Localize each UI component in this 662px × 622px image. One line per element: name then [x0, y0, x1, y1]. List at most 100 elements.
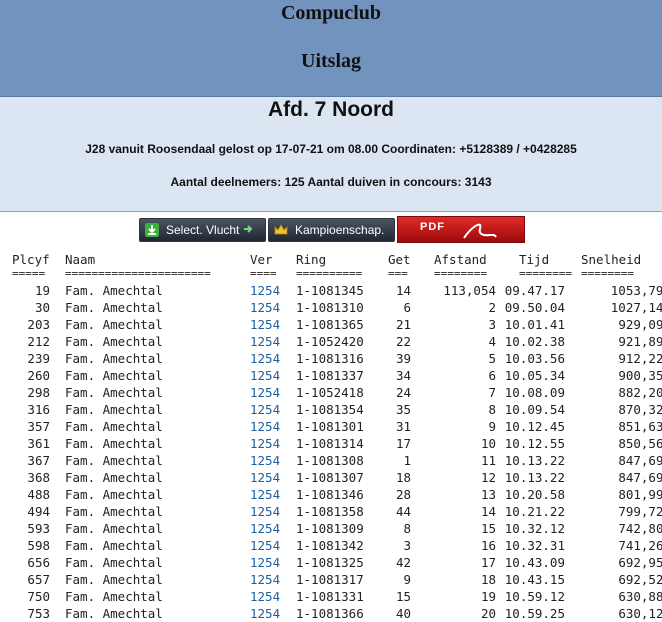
cell-ver[interactable]: 1254 [250, 537, 280, 554]
cell-tijd: 10.13.22 [504, 453, 565, 468]
cell-afstand: 113,054 [443, 283, 496, 298]
separator: ==== [250, 267, 277, 280]
table-row: 593 Fam. Amechtal 1254 1-1081309 8 15 10.32.12… [0, 520, 662, 537]
cell-snelheid: 692,950 [618, 555, 662, 570]
separator: ======== [519, 267, 572, 280]
cell-plcyf: 656 [27, 555, 50, 570]
select-flight-label: Select. Vlucht [166, 223, 240, 237]
cell-naam: Fam. Amechtal [65, 283, 163, 298]
cell-plcyf: 316 [27, 402, 50, 417]
cell-ring: 1-1081354 [296, 402, 364, 417]
cell-get: 39 [395, 351, 411, 366]
cell-ver[interactable]: 1254 [250, 520, 280, 537]
cell-snelheid: 799,728 [618, 504, 662, 519]
championship-button[interactable]: Kampioenschap. [268, 218, 395, 242]
cell-get: 42 [395, 555, 411, 570]
cell-naam: Fam. Amechtal [65, 402, 163, 417]
cell-ver[interactable]: 1254 [250, 571, 280, 588]
cell-ver[interactable]: 1254 [250, 316, 280, 333]
cell-snelheid: 847,699 [618, 470, 662, 485]
cell-plcyf: 203 [27, 317, 50, 332]
cell-tijd: 10.03.56 [504, 351, 565, 366]
cell-ver[interactable]: 1254 [250, 299, 280, 316]
cell-ver[interactable]: 1254 [250, 384, 280, 401]
cell-tijd: 10.01.41 [504, 317, 565, 332]
cell-ver[interactable]: 1254 [250, 503, 280, 520]
section-title: Afd. 7 Noord [268, 98, 394, 121]
cell-tijd: 10.21.22 [504, 504, 565, 519]
cell-snelheid: 900,357 [618, 368, 662, 383]
col-header-naam: Naam [65, 252, 96, 267]
cell-naam: Fam. Amechtal [65, 606, 163, 621]
cell-plcyf: 361 [27, 436, 50, 451]
cell-tijd: 09.47.17 [504, 283, 565, 298]
cell-get: 18 [395, 470, 411, 485]
cell-snelheid: 741,262 [618, 538, 662, 553]
cell-ver[interactable]: 1254 [250, 333, 280, 350]
separator: ======== [581, 267, 634, 280]
separator: ========== [296, 267, 363, 280]
table-row: 357 Fam. Amechtal 1254 1-1081301 31 9 10.12.45… [0, 418, 662, 435]
cell-afstand: 10 [480, 436, 496, 451]
cell-plcyf: 657 [27, 572, 50, 587]
cell-plcyf: 598 [27, 538, 50, 553]
cell-get: 28 [395, 487, 411, 502]
cell-afstand: 11 [480, 453, 496, 468]
cell-ring: 1-1081317 [296, 572, 364, 587]
table-row: 753 Fam. Amechtal 1254 1-1081366 40 20 10.59.2… [0, 605, 662, 622]
arrow-right-icon [243, 223, 253, 237]
cell-tijd: 10.20.58 [504, 487, 565, 502]
table-row: 656 Fam. Amechtal 1254 1-1081325 42 17 10.43.0… [0, 554, 662, 571]
cell-plcyf: 368 [27, 470, 50, 485]
cell-ver[interactable]: 1254 [250, 469, 280, 486]
cell-ring: 1-1081325 [296, 555, 364, 570]
cell-ver[interactable]: 1254 [250, 282, 280, 299]
table-row: 657 Fam. Amechtal 1254 1-1081317 9 18 10.43.15… [0, 571, 662, 588]
cell-ring: 1-1081337 [296, 368, 364, 383]
col-header-snelheid: Snelheid [581, 252, 642, 267]
cell-snelheid: 847,699 [618, 453, 662, 468]
cell-ver[interactable]: 1254 [250, 418, 280, 435]
cell-naam: Fam. Amechtal [65, 521, 163, 536]
cell-snelheid: 929,091 [618, 317, 662, 332]
cell-ver[interactable]: 1254 [250, 554, 280, 571]
table-row: 212 Fam. Amechtal 1254 1-1052420 22 4 10.02.38… [0, 333, 662, 350]
cell-tijd: 10.12.45 [504, 419, 565, 434]
cell-afstand: 8 [488, 402, 496, 417]
cell-get: 17 [395, 436, 411, 451]
cell-ring: 1-1081310 [296, 300, 364, 315]
cell-afstand: 2 [488, 300, 496, 315]
table-row: 19 Fam. Amechtal 1254 1-1081345 14 113,054 09.… [0, 282, 662, 299]
table-row: 361 Fam. Amechtal 1254 1-1081314 17 10 10.12.5… [0, 435, 662, 452]
cell-ver[interactable]: 1254 [250, 435, 280, 452]
cell-snelheid: 882,207 [618, 385, 662, 400]
cell-ver[interactable]: 1254 [250, 350, 280, 367]
cell-ring: 1-1081316 [296, 351, 364, 366]
cell-ver[interactable]: 1254 [250, 486, 280, 503]
table-row: 367 Fam. Amechtal 1254 1-1081308 1 11 10.13.22… [0, 452, 662, 469]
cell-afstand: 14 [480, 504, 496, 519]
cell-afstand: 16 [480, 538, 496, 553]
cell-naam: Fam. Amechtal [65, 504, 163, 519]
cell-naam: Fam. Amechtal [65, 300, 163, 315]
cell-get: 24 [395, 385, 411, 400]
championship-label: Kampioenschap. [295, 223, 385, 237]
col-header-ver: Ver [250, 252, 273, 267]
cell-snelheid: 1027,149 [610, 300, 662, 315]
cell-ver[interactable]: 1254 [250, 367, 280, 384]
cell-tijd: 10.05.34 [504, 368, 565, 383]
cell-ver[interactable]: 1254 [250, 605, 280, 622]
cell-plcyf: 212 [27, 334, 50, 349]
cell-ring: 1-1081301 [296, 419, 364, 434]
cell-ver[interactable]: 1254 [250, 588, 280, 605]
select-flight-button[interactable]: Select. Vlucht [139, 218, 266, 242]
cell-naam: Fam. Amechtal [65, 317, 163, 332]
cell-plcyf: 19 [34, 283, 50, 298]
cell-ver[interactable]: 1254 [250, 452, 280, 469]
pdf-button[interactable]: PDF [397, 216, 525, 243]
cell-tijd: 10.13.22 [504, 470, 565, 485]
report-title: Uitslag [301, 50, 361, 72]
cell-ver[interactable]: 1254 [250, 401, 280, 418]
download-icon [144, 222, 160, 238]
cell-plcyf: 593 [27, 521, 50, 536]
